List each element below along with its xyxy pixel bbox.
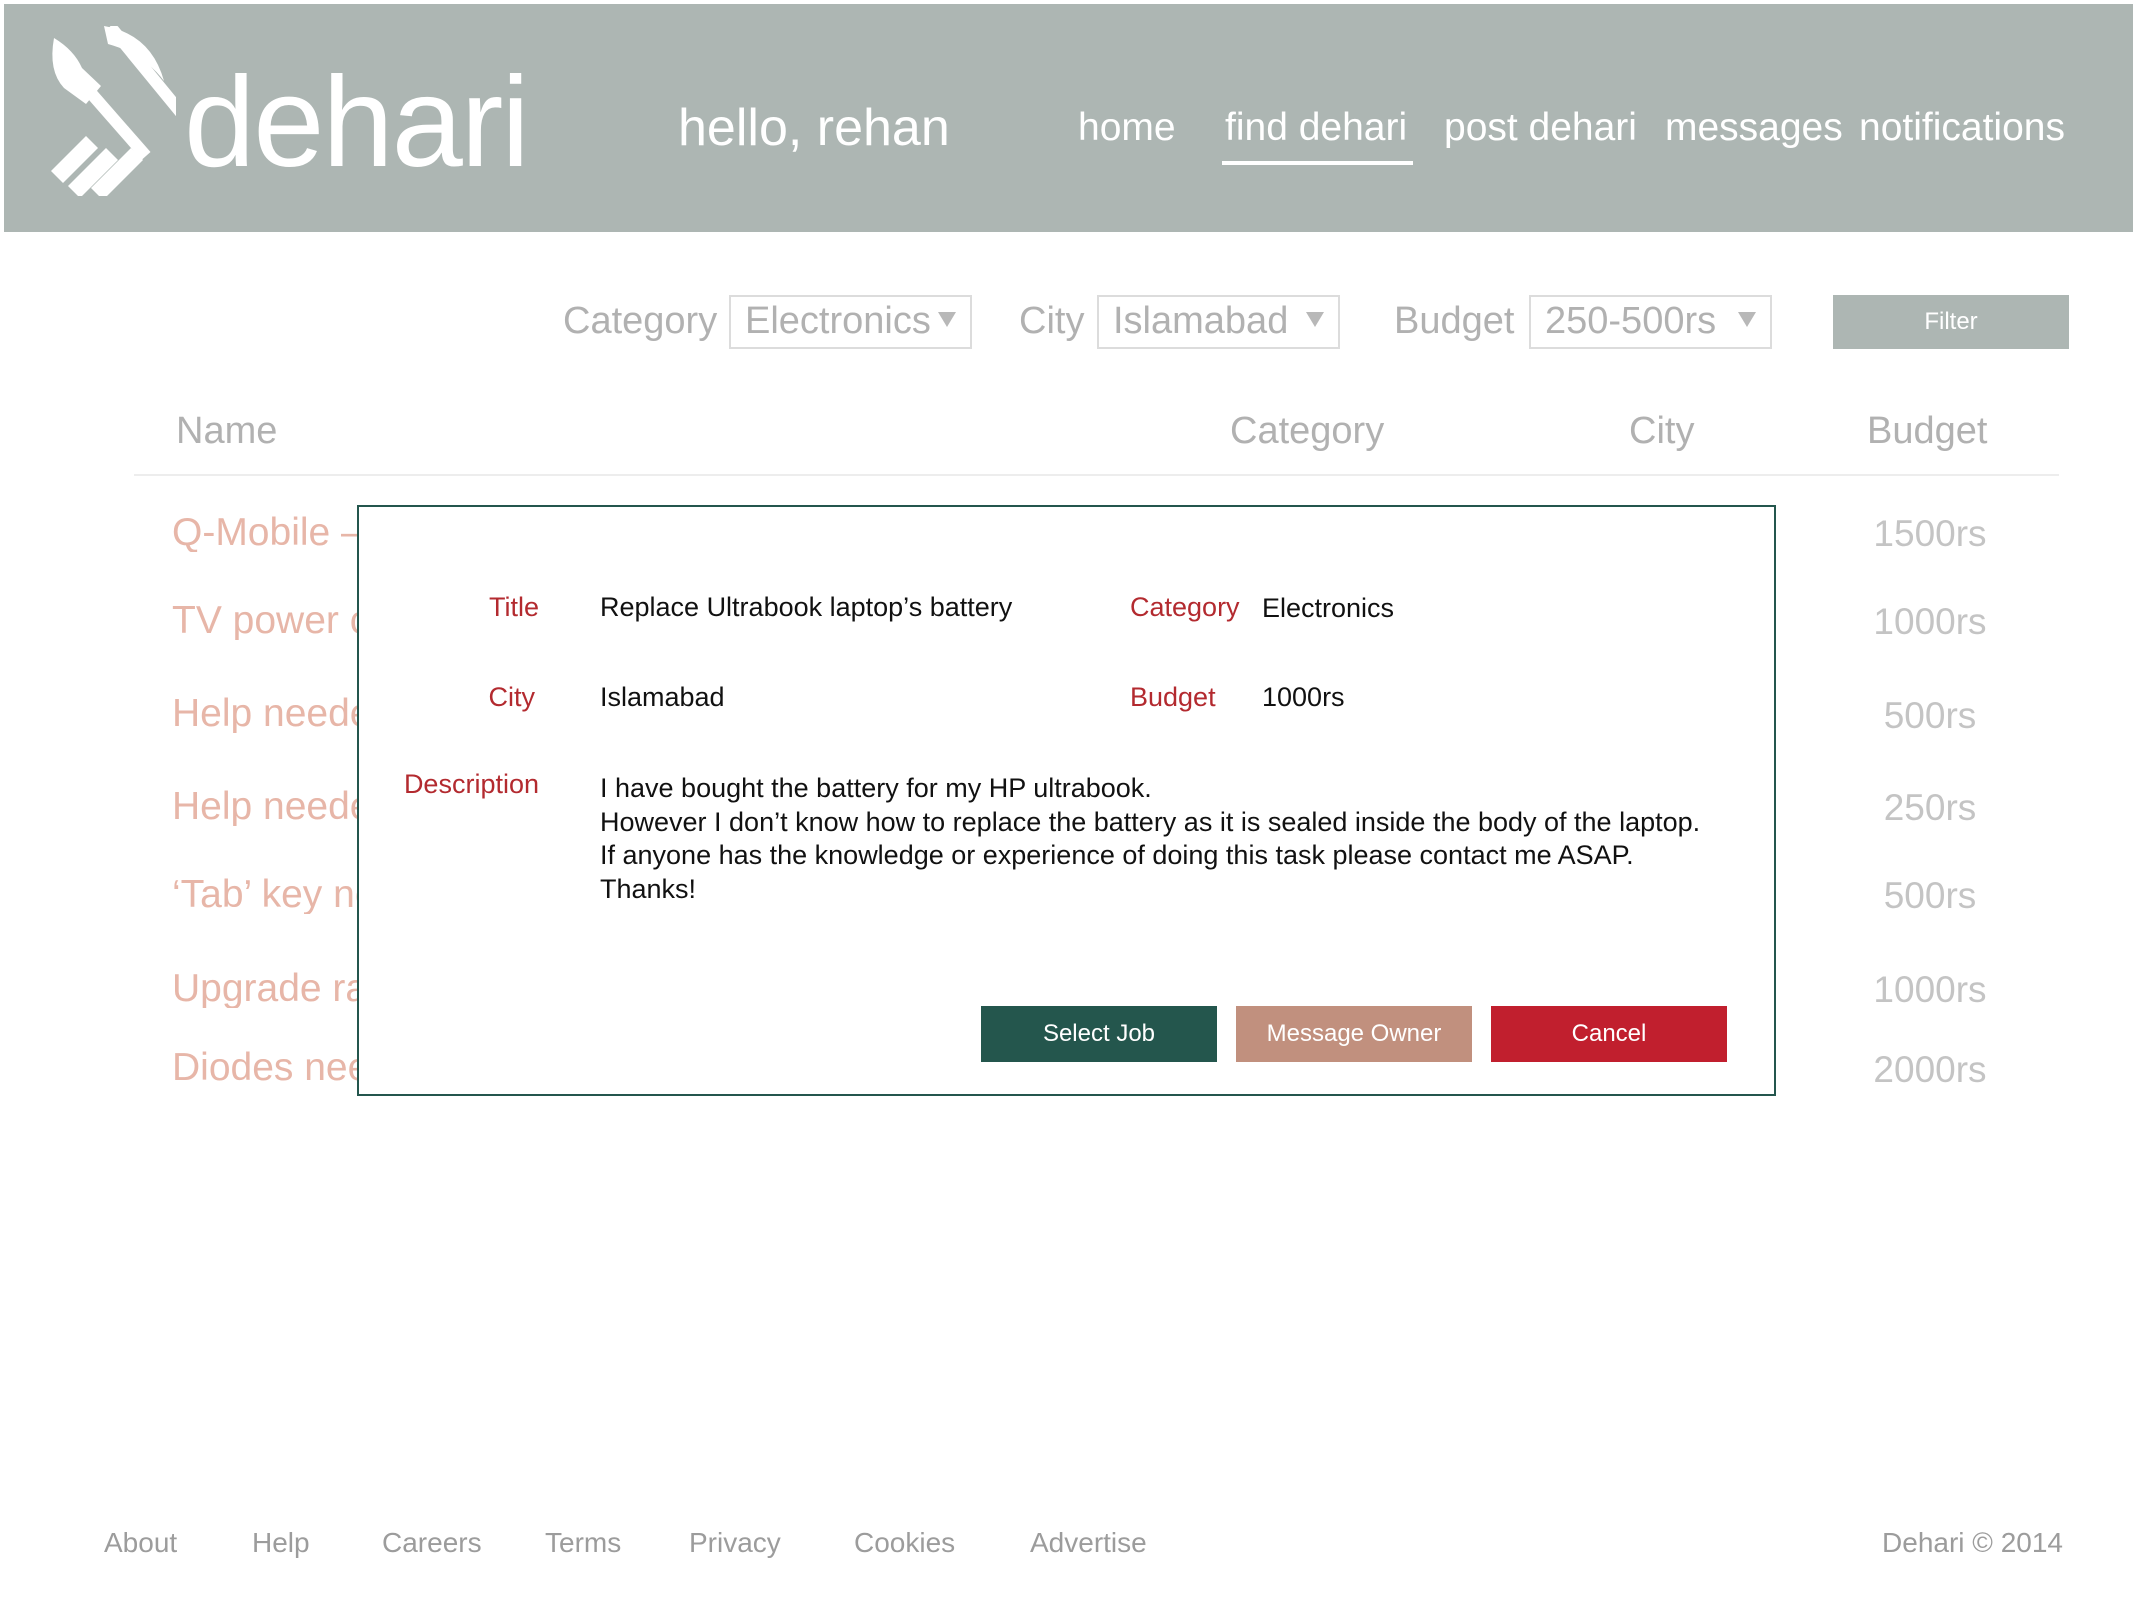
modal-description-label: Description [403,769,539,799]
job-budget: 250rs [1883,787,1977,828]
category-filter-label: Category [563,300,718,342]
city-filter-select[interactable]: Islamabad [1097,295,1340,349]
description-line: I have bought the battery for my HP ultr… [600,773,1152,803]
site-header: dehari hello, rehan home find dehari pos… [4,4,2133,232]
chevron-down-icon [1738,312,1756,327]
modal-category-label: Category [1130,592,1240,622]
modal-title-label: Title [488,592,539,622]
job-budget: 1000rs [1873,601,1987,642]
footer-link-about[interactable]: About [104,1529,177,1557]
brand-logo-text[interactable]: dehari [184,59,530,187]
nav-find-dehari[interactable]: find dehari [1221,108,1414,165]
modal-city-value: Islamabad [600,682,725,712]
select-job-button[interactable]: Select Job [981,1006,1217,1062]
modal-city-label: City [488,682,536,712]
job-detail-modal: Title Replace Ultrabook laptop’s battery… [357,505,1776,1096]
column-header-city: City [1629,410,1695,452]
job-budget: 2000rs [1873,1049,1987,1090]
job-budget: 500rs [1883,875,1977,916]
description-line: If anyone has the knowledge or experienc… [600,840,1634,870]
chevron-down-icon [938,312,956,327]
footer-link-terms[interactable]: Terms [545,1529,621,1557]
copyright-text: Dehari © 2014 [1882,1527,2063,1558]
user-greeting: hello, rehan [678,99,950,157]
modal-budget-label: Budget [1130,682,1216,712]
footer-link-cookies[interactable]: Cookies [854,1529,955,1557]
job-title[interactable]: Help neede [172,787,357,826]
footer-link-advertise[interactable]: Advertise [1030,1529,1147,1557]
chevron-down-icon [1306,312,1324,327]
category-filter-value: Electronics [745,300,931,342]
footer-link-privacy[interactable]: Privacy [689,1529,781,1557]
nav-home[interactable]: home [1078,108,1176,147]
modal-title-value: Replace Ultrabook laptop’s battery [600,592,1013,622]
job-title[interactable]: Diodes nee [172,1048,357,1087]
job-title[interactable]: Upgrade ra [172,969,357,1008]
job-budget: 1500rs [1873,513,1987,554]
nav-notifications[interactable]: notifications [1859,108,2065,147]
description-line: However I don’t know how to replace the … [600,806,1701,837]
job-title[interactable]: TV power c [172,601,357,640]
job-title[interactable]: ‘Tab’ key no [172,875,357,914]
modal-budget-value: 1000rs [1262,682,1345,712]
nav-messages[interactable]: messages [1665,108,1843,147]
budget-filter-value: 250-500rs [1545,300,1717,342]
column-header-name: Name [176,410,278,452]
column-header-category: Category [1230,410,1385,452]
message-owner-button[interactable]: Message Owner [1236,1006,1472,1062]
budget-filter-label: Budget [1394,300,1515,342]
cancel-button[interactable]: Cancel [1491,1006,1727,1062]
footer-link-careers[interactable]: Careers [382,1529,482,1557]
city-filter-label: City [1019,300,1085,342]
category-filter-select[interactable]: Electronics [729,295,972,349]
footer-link-help[interactable]: Help [252,1529,310,1557]
job-budget: 1000rs [1873,969,1987,1010]
description-line: Thanks! [600,873,697,904]
table-header-divider [134,474,2059,476]
nav-post-dehari[interactable]: post dehari [1444,108,1637,147]
city-filter-value: Islamabad [1113,300,1289,342]
job-title[interactable]: Help neede [172,694,357,733]
column-header-budget: Budget [1867,410,1988,452]
modal-description-text: I have bought the battery for my HP ultr… [600,772,1730,906]
shovel-pickaxe-logo-icon[interactable] [46,26,176,196]
budget-filter-select[interactable]: 250-500rs [1529,295,1772,349]
job-budget: 500rs [1883,695,1977,736]
filter-button[interactable]: Filter [1833,295,2069,349]
modal-category-value: Electronics [1262,593,1395,623]
job-title[interactable]: Q-Mobile – [172,513,357,552]
